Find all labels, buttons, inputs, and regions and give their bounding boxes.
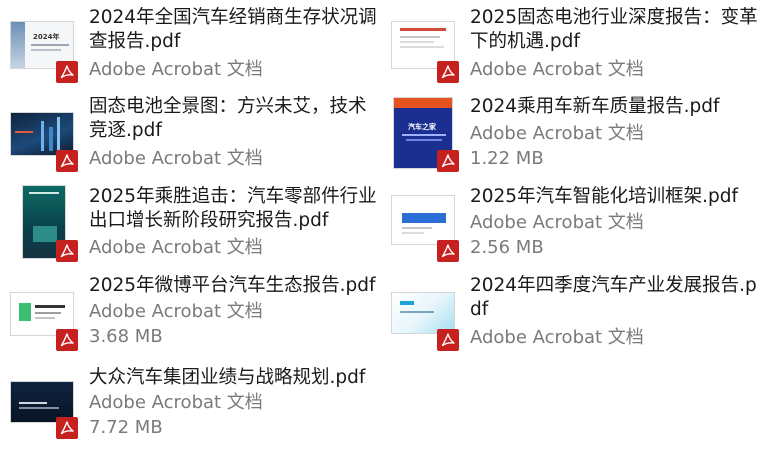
file-type: Adobe Acrobat 文档 <box>470 123 644 144</box>
file-item[interactable]: 大众汽车集团业绩与战略规划.pdf Adobe Acrobat 文档 7.72 … <box>10 366 380 452</box>
file-name: 2024年四季度汽车产业发展报告.pdf <box>470 275 757 320</box>
adobe-pdf-icon <box>56 417 78 439</box>
file-item[interactable]: 固态电池全景图：方兴未艾，技术竞逐.pdf Adobe Acrobat 文档 <box>10 95 380 181</box>
file-size: 2.56 MB <box>470 237 544 258</box>
file-item[interactable]: 2025年乘胜追击：汽车零部件行业出口增长新阶段研究报告.pdf Adobe A… <box>10 185 380 271</box>
adobe-pdf-icon <box>437 240 459 262</box>
file-type: Adobe Acrobat 文档 <box>470 327 644 348</box>
file-name: 2024年全国汽车经销商生存状况调查报告.pdf <box>89 7 377 52</box>
file-name: 固态电池全景图：方兴未艾，技术竞逐.pdf <box>89 96 367 141</box>
file-type: Adobe Acrobat 文档 <box>89 59 263 80</box>
file-item[interactable]: 汽车之家 2024乘用车新车质量报告.pdf Adobe Acrobat 文档 … <box>391 95 757 181</box>
thumbnail-label: 汽车之家 <box>408 123 436 131</box>
adobe-pdf-icon <box>437 61 459 83</box>
adobe-pdf-icon <box>56 240 78 262</box>
adobe-pdf-icon <box>56 150 78 172</box>
file-type: Adobe Acrobat 文档 <box>89 301 263 322</box>
file-type: Adobe Acrobat 文档 <box>470 212 644 233</box>
file-item[interactable]: 2024年 2024年全国汽车经销商生存状况调查报告.pdf Adobe Acr… <box>10 6 380 92</box>
file-name: 2025年汽车智能化培训框架.pdf <box>470 186 738 207</box>
adobe-pdf-icon <box>56 329 78 351</box>
file-type: Adobe Acrobat 文档 <box>89 392 263 413</box>
adobe-pdf-icon <box>437 150 459 172</box>
file-type: Adobe Acrobat 文档 <box>470 59 644 80</box>
file-type: Adobe Acrobat 文档 <box>89 148 263 169</box>
thumbnail-label: 2024年 <box>33 33 60 41</box>
file-item[interactable]: 2024年四季度汽车产业发展报告.pdf Adobe Acrobat 文档 <box>391 274 757 360</box>
file-thumbnail <box>391 292 455 334</box>
file-name: 2025固态电池行业深度报告：变革下的机遇.pdf <box>470 7 757 52</box>
file-thumbnail <box>391 195 455 245</box>
file-item[interactable]: 2025固态电池行业深度报告：变革下的机遇.pdf Adobe Acrobat … <box>391 6 757 92</box>
file-item[interactable]: 2025年汽车智能化培训框架.pdf Adobe Acrobat 文档 2.56… <box>391 185 757 271</box>
adobe-pdf-icon <box>56 61 78 83</box>
file-name: 2024乘用车新车质量报告.pdf <box>470 96 720 117</box>
adobe-pdf-icon <box>437 329 459 351</box>
file-name: 大众汽车集团业绩与战略规划.pdf <box>89 367 366 388</box>
file-size: 3.68 MB <box>89 326 163 347</box>
file-size: 1.22 MB <box>470 148 544 169</box>
file-name: 2025年微博平台汽车生态报告.pdf <box>89 275 376 296</box>
file-name: 2025年乘胜追击：汽车零部件行业出口增长新阶段研究报告.pdf <box>89 186 377 231</box>
file-size: 7.72 MB <box>89 417 163 438</box>
file-type: Adobe Acrobat 文档 <box>89 237 263 258</box>
file-item[interactable]: 2025年微博平台汽车生态报告.pdf Adobe Acrobat 文档 3.6… <box>10 274 380 360</box>
